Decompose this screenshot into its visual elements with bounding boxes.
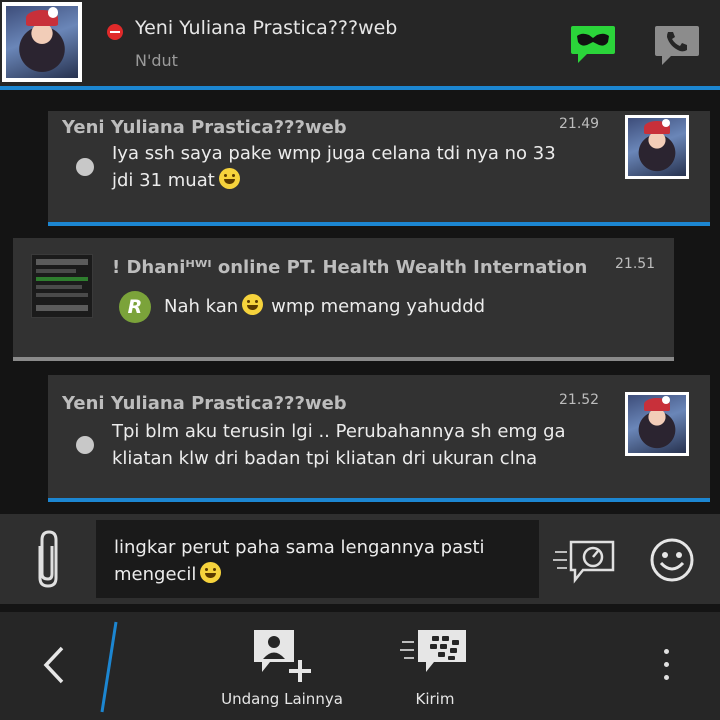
bbm-send-icon <box>400 630 466 672</box>
back-divider <box>100 621 118 713</box>
sender-avatar[interactable] <box>625 115 689 179</box>
message-time: 21.51 <box>615 256 656 272</box>
header-accent-line <box>0 86 720 90</box>
sender-avatar[interactable] <box>31 254 93 318</box>
message-bubble[interactable]: Yeni Yuliana Prastica???web 21.49 Iya ss… <box>48 111 710 226</box>
send-button[interactable]: Kirim <box>380 626 490 708</box>
contact-name[interactable]: Yeni Yuliana Prastica???web <box>135 17 397 39</box>
message-sender: Yeni Yuliana Prastica???web <box>62 393 347 414</box>
laughing-emoji-icon <box>242 294 264 315</box>
message-sender: Yeni Yuliana Prastica???web <box>62 117 347 138</box>
add-contact-icon <box>254 630 311 682</box>
message-bubble[interactable]: ! Dhaniᴴᵂᴵ online PT. Health Wealth Inte… <box>13 238 674 361</box>
voice-note-icon[interactable] <box>553 538 617 584</box>
message-text: Iya ssh saya pake wmp juga celana tdi ny… <box>112 143 556 191</box>
invite-others-label: Undang Lainnya <box>221 690 343 708</box>
message-time: 21.52 <box>559 392 600 408</box>
back-arrow-icon[interactable] <box>34 640 74 690</box>
paperclip-icon[interactable] <box>30 528 66 590</box>
grinning-emoji-icon <box>218 168 240 189</box>
send-label: Kirim <box>415 690 455 708</box>
busy-status-icon <box>107 24 123 40</box>
message-sender: ! Dhaniᴴᵂᴵ online PT. Health Wealth Inte… <box>112 257 588 278</box>
smiley-icon[interactable] <box>648 536 696 584</box>
contact-avatar[interactable] <box>2 2 82 82</box>
message-text: Tpi blm aku terusin lgi .. Perubahannya … <box>112 421 566 469</box>
message-text: Nah kan wmp memang yahuddd <box>164 294 486 317</box>
read-receipt-badge: R <box>119 291 151 323</box>
chat-header: Yeni Yuliana Prastica???web N'dut <box>0 0 720 86</box>
sender-avatar[interactable] <box>625 392 689 456</box>
message-time: 21.49 <box>559 116 600 132</box>
message-bubble[interactable]: Yeni Yuliana Prastica???web 21.52 Tpi bl… <box>48 375 710 502</box>
read-status-icon <box>76 158 94 176</box>
message-input[interactable]: lingkar perut paha sama lengannya pasti … <box>96 520 539 598</box>
overflow-menu-icon[interactable] <box>656 644 676 688</box>
laughing-emoji-icon <box>200 562 222 583</box>
read-status-icon <box>76 436 94 454</box>
phone-icon[interactable] <box>654 24 700 66</box>
contact-status-message: N'dut <box>135 51 178 70</box>
invite-others-button[interactable]: Undang Lainnya <box>212 626 352 708</box>
mask-icon[interactable] <box>570 24 616 64</box>
